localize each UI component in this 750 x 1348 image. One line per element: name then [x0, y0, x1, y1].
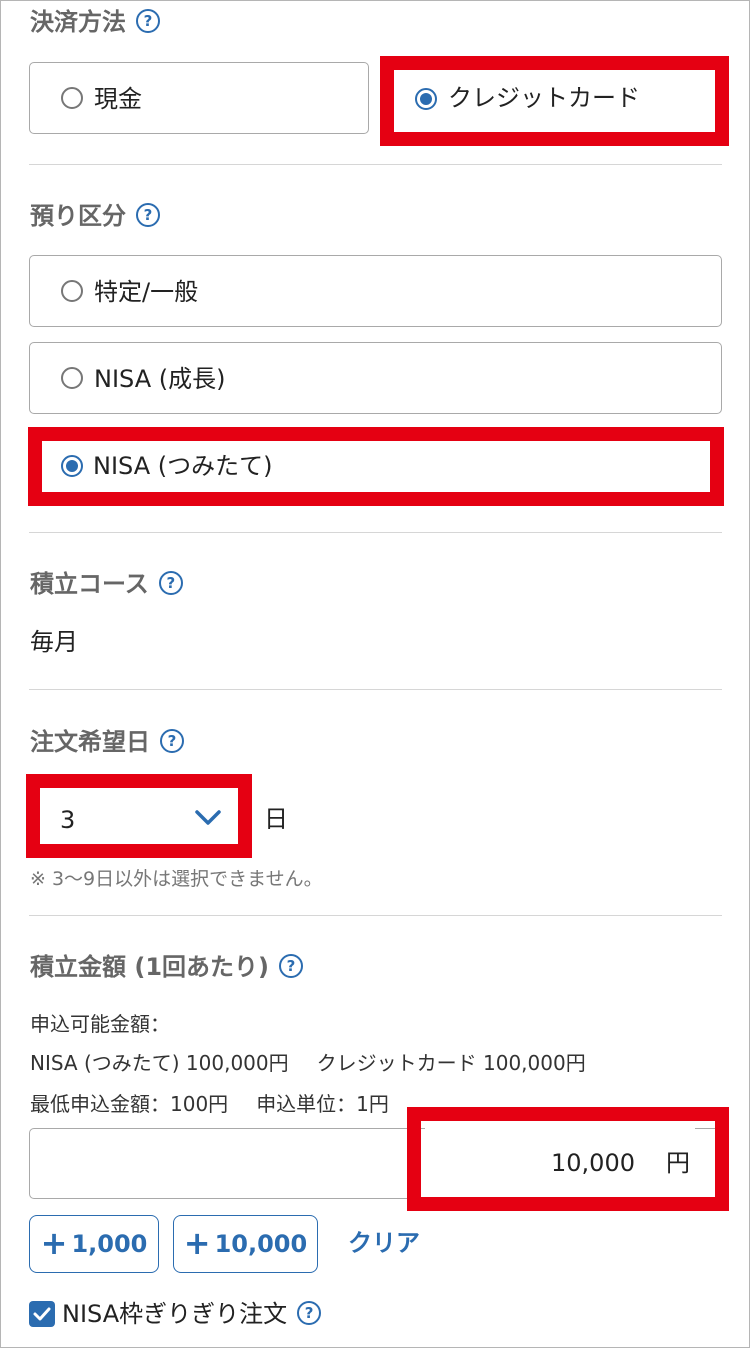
amount-label: 積立金額 (1回あたり)	[30, 953, 269, 981]
account-section-title: 預り区分?	[30, 202, 160, 230]
radio-nisa-growth[interactable]	[61, 367, 83, 389]
help-icon[interactable]: ?	[279, 954, 303, 978]
payment-option-label: 現金	[94, 85, 142, 113]
minimum-amount: 最低申込金額：100円	[30, 1092, 229, 1116]
account-option-nisa-growth[interactable]: NISA (成長)	[29, 342, 722, 414]
amount-section-title: 積立金額 (1回あたり)?	[30, 953, 303, 981]
radio-nisa-tsumitate[interactable]	[61, 455, 83, 477]
account-option-label: NISA (つみたて)	[93, 452, 273, 480]
help-icon[interactable]: ?	[158, 571, 183, 595]
chevron-down-icon	[195, 810, 221, 825]
plus-icon: +	[40, 1224, 68, 1262]
help-icon[interactable]: ?	[160, 729, 184, 753]
order-day-label: 注文希望日	[30, 728, 150, 756]
order-day-section-title: 注文希望日?	[30, 728, 184, 756]
nisa-limit-checkbox[interactable]	[29, 1301, 55, 1327]
radio-cash[interactable]	[61, 87, 83, 109]
account-option-label: NISA (成長)	[94, 365, 226, 393]
check-icon	[33, 1307, 51, 1321]
payment-option-cash[interactable]: 現金	[29, 62, 369, 134]
add-1000-label: 1,000	[71, 1230, 148, 1258]
course-value: 毎月	[30, 628, 78, 656]
available-amount-line: NISA (つみたて) 100,000円 クレジットカード 100,000円	[30, 1051, 586, 1075]
nisa-limit-label: NISA枠ぎりぎり注文	[62, 1300, 288, 1328]
add-1000-button[interactable]: +1,000	[29, 1215, 159, 1273]
clear-button[interactable]: クリア	[348, 1229, 420, 1257]
help-icon[interactable]: ?	[136, 9, 160, 33]
divider	[29, 689, 722, 690]
order-day-select[interactable]: 3	[40, 788, 238, 850]
payment-section-title: 決済方法?	[30, 8, 160, 36]
payment-option-credit-card[interactable]: クレジットカード	[395, 70, 715, 130]
help-icon[interactable]: ?	[297, 1301, 322, 1325]
account-option-tokutei[interactable]: 特定/一般	[29, 255, 722, 327]
order-day-selected-value: 3	[60, 806, 76, 834]
account-option-nisa-tsumitate[interactable]: NISA (つみたて)	[42, 440, 708, 492]
amount-value: 10,000	[551, 1149, 635, 1177]
minimum-amount-line: 最低申込金額：100円 申込単位：1円	[30, 1092, 389, 1116]
available-amount-label: 申込可能金額：	[30, 1012, 170, 1036]
plus-icon: +	[183, 1224, 211, 1262]
radio-tokutei[interactable]	[61, 280, 83, 302]
course-label: 積立コース	[30, 570, 149, 598]
order-day-note: ※ 3〜9日以外は選択できません。	[30, 868, 323, 890]
add-10000-button[interactable]: +10,000	[173, 1215, 318, 1273]
payment-option-label: クレジットカード	[448, 84, 640, 112]
help-icon[interactable]: ?	[136, 203, 160, 227]
available-credit-card: クレジットカード 100,000円	[316, 1051, 586, 1075]
amount-unit-step: 申込単位：1円	[256, 1092, 389, 1116]
nisa-limit-row: NISA枠ぎりぎり注文?	[62, 1300, 322, 1328]
course-section-title: 積立コース?	[30, 570, 183, 598]
available-nisa: NISA (つみたて) 100,000円	[30, 1051, 289, 1075]
account-option-label: 特定/一般	[94, 278, 199, 306]
add-10000-label: 10,000	[214, 1230, 308, 1258]
divider	[29, 532, 722, 533]
amount-currency: 円	[666, 1149, 690, 1177]
radio-credit-card[interactable]	[415, 88, 437, 110]
payment-label: 決済方法	[30, 8, 126, 36]
divider	[29, 915, 722, 916]
divider	[29, 164, 722, 165]
amount-value-area[interactable]: 10,000 円	[425, 1125, 695, 1197]
order-day-unit: 日	[264, 805, 288, 833]
account-label: 預り区分	[30, 202, 126, 230]
